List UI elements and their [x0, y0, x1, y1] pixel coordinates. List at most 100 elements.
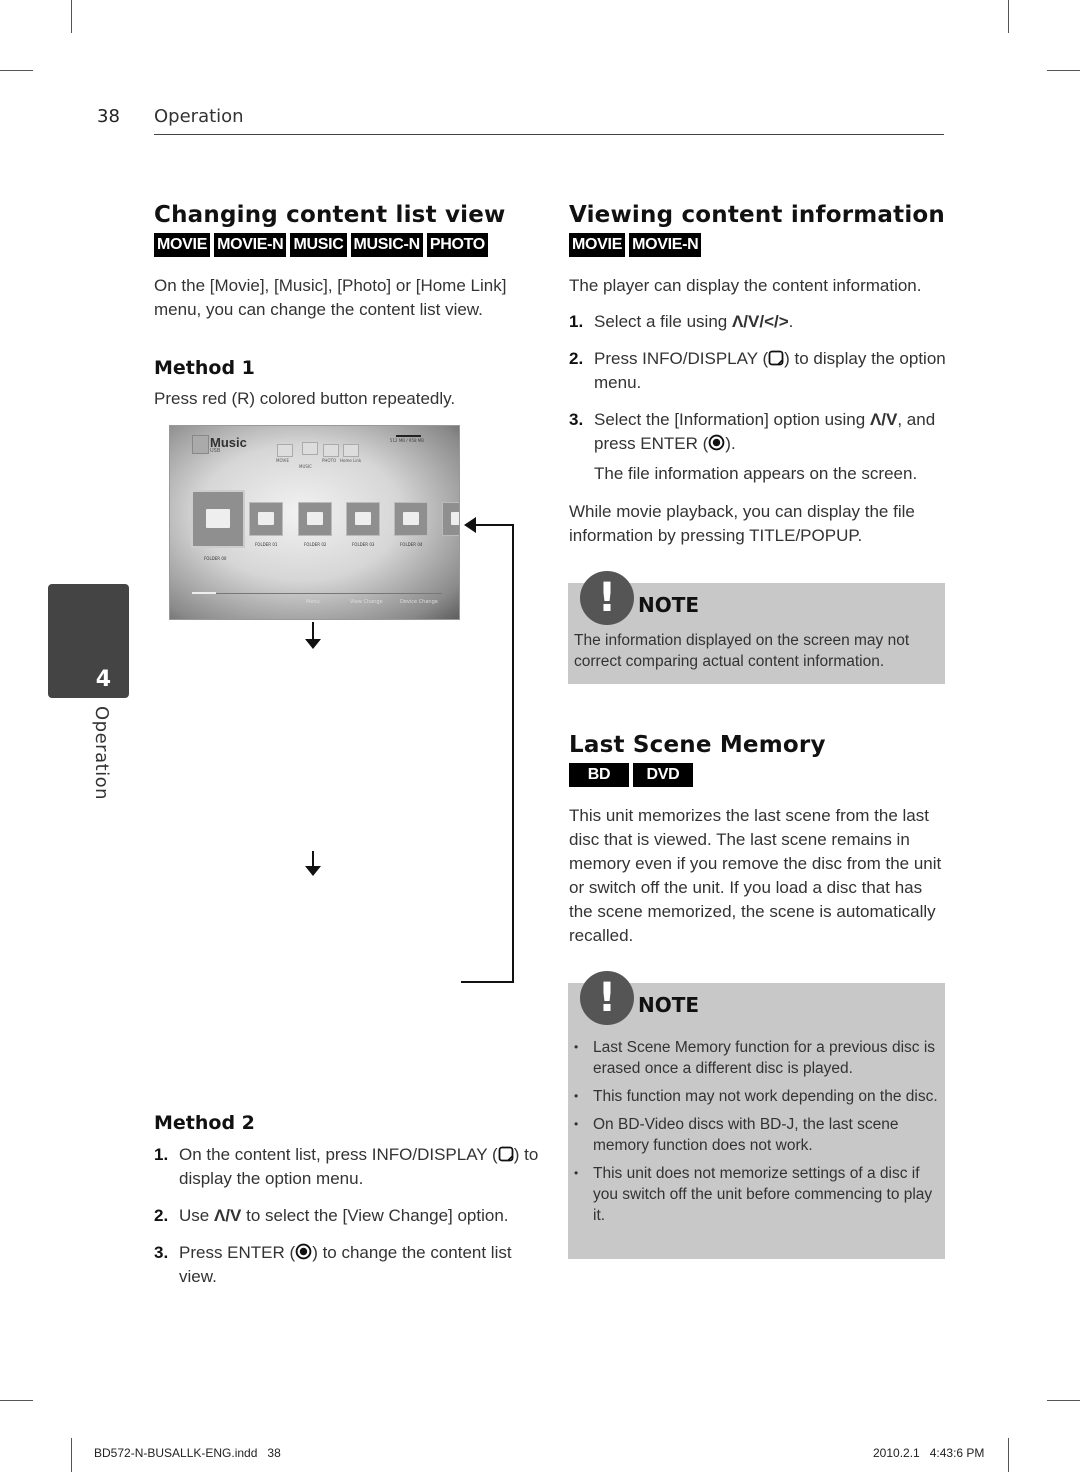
folder-label: FOLDER 01 [255, 542, 278, 547]
step-result-text: The file information appears on the scre… [594, 464, 918, 483]
enter-icon [295, 1243, 312, 1260]
folder-tile [298, 502, 332, 536]
page-number: 38 [97, 106, 120, 127]
folder-icon [343, 444, 359, 457]
step-item: 1. Select a file using Λ/V/</>. [569, 310, 949, 334]
folder-label: FOLDER 03 [352, 542, 375, 547]
category-label: Home Link [340, 458, 362, 463]
media-badges: MOVIE MOVIE-N [569, 233, 945, 257]
section-heading: Last Scene Memory [569, 732, 826, 758]
note-list-item: This unit does not memorize settings of … [568, 1163, 938, 1226]
capacity-bar [396, 435, 421, 437]
step-text: Use [179, 1206, 214, 1225]
crop-mark [1008, 1438, 1009, 1472]
step-text: to select the [View Change] option. [241, 1206, 509, 1225]
crop-mark [0, 70, 33, 71]
badge-music-n: MUSIC-N [350, 233, 423, 257]
step-text: . [788, 312, 794, 331]
step-text: Select a file using [594, 312, 732, 331]
header-rule [154, 134, 944, 135]
screen-subtitle: USB [210, 448, 221, 454]
note-list-item: On BD-Video discs with BD-J, the last sc… [568, 1114, 938, 1156]
memory-heading-block: Last Scene Memory BD DVD [569, 732, 826, 787]
badge-photo: PHOTO [426, 233, 488, 257]
badge-movie-n: MOVIE-N [629, 233, 702, 257]
step-number: 3. [154, 1243, 169, 1262]
memory-paragraph: This unit memorizes the last scene from … [569, 806, 942, 945]
left-section-heading-block: Changing content list view MOVIE MOVIE-N… [154, 202, 506, 257]
up-down-keys: Λ/V [213, 1206, 242, 1225]
section-title: Operation [154, 106, 244, 127]
info-outro: While movie playback, you can display th… [569, 502, 915, 545]
loop-arrow-top [476, 524, 514, 526]
folder-label: FOLDER 00 [204, 556, 227, 561]
note-label: NOTE [638, 593, 700, 617]
step-number: 1. [154, 1145, 169, 1164]
info-steps: 1. Select a file using Λ/V/</>. 2. Press… [569, 310, 949, 499]
note-box: ! NOTE Last Scene Memory function for a … [568, 971, 945, 1259]
category-label: MOVIE [276, 458, 289, 463]
media-badges: MOVIE MOVIE-N MUSIC MUSIC-N PHOTO [154, 233, 506, 257]
info-heading-block: Viewing content information MOVIE MOVIE-… [569, 202, 945, 257]
step-number: 2. [569, 349, 584, 368]
crop-mark [1008, 0, 1009, 33]
crop-mark [1047, 1400, 1080, 1401]
hint-view-change: View Change [350, 599, 383, 605]
exclamation-icon: ! [580, 571, 634, 625]
exclamation-icon: ! [580, 971, 634, 1025]
step-text: ). [725, 434, 736, 453]
note-list-item: This function may not work depending on … [568, 1086, 938, 1107]
capacity-text: 512 MB / 958 MB [389, 438, 424, 443]
hint-device-change: Device Change [400, 599, 438, 605]
step-item: 3. Select the [Information] option using… [569, 408, 949, 486]
folder-tile [249, 502, 283, 536]
note-box: ! NOTE The information displayed on the … [568, 571, 945, 684]
crop-mark [1047, 70, 1080, 71]
chapter-label: Operation [91, 706, 112, 801]
arrow-keys: Λ/V/</> [731, 312, 789, 331]
category-label: PHOTO [322, 458, 337, 463]
footer-timestamp: 2010.2.1 4:43:6 PM [873, 1446, 985, 1460]
badge-dvd: DVD [633, 763, 693, 787]
method-2-heading: Method 2 [154, 1112, 255, 1134]
arrow-left-icon [464, 517, 476, 533]
folder-tile [346, 502, 380, 536]
chapter-tab: 4 [48, 584, 129, 698]
step-text: Select the [Information] option using [594, 410, 870, 429]
hint-menu: Menu [306, 599, 320, 605]
badge-movie: MOVIE [154, 233, 211, 257]
step-number: 1. [569, 312, 584, 331]
step-item: 1. On the content list, press INFO/DISPL… [154, 1143, 539, 1191]
method-1-heading: Method 1 [154, 357, 255, 379]
section-heading: Viewing content information [569, 202, 945, 228]
folder-label: FOLDER 04 [400, 542, 423, 547]
step-item: 2. Press INFO/DISPLAY () to display the … [569, 347, 949, 395]
intro-paragraph: On the [Movie], [Music], [Photo] or [Hom… [154, 276, 507, 319]
step-item: 2. Use Λ/V to select the [View Change] o… [154, 1204, 539, 1228]
loop-arrow-bottom [461, 981, 514, 983]
folder-label: FOLDER 02 [304, 542, 327, 547]
info-display-icon [768, 350, 784, 366]
category-label: MUSIC [299, 464, 312, 469]
section-heading: Changing content list view [154, 202, 506, 228]
crop-mark [71, 0, 72, 33]
folder-icon [323, 444, 339, 457]
method-2-steps: 1. On the content list, press INFO/DISPL… [154, 1143, 539, 1302]
badge-bd: BD [569, 763, 629, 787]
info-display-icon [498, 1146, 514, 1162]
progress-fill [192, 592, 216, 594]
method-1-text: Press red (R) colored button repeatedly. [154, 389, 456, 408]
note-text: The information displayed on the screen … [574, 632, 910, 670]
arrow-down-icon [305, 866, 321, 876]
chapter-number: 4 [95, 667, 111, 692]
step-text: On the content list, press INFO/DISPLAY … [179, 1145, 498, 1164]
folder-icon [302, 442, 318, 455]
folder-icon [277, 444, 293, 457]
info-intro: The player can display the content infor… [569, 276, 922, 295]
footer-filename: BD572-N-BUSALLK-ENG.indd 38 [94, 1446, 281, 1460]
folder-tile [394, 502, 428, 536]
step-number: 2. [154, 1206, 169, 1225]
badge-movie: MOVIE [569, 233, 626, 257]
step-text: Press INFO/DISPLAY ( [594, 349, 769, 368]
crop-mark [71, 1438, 72, 1472]
